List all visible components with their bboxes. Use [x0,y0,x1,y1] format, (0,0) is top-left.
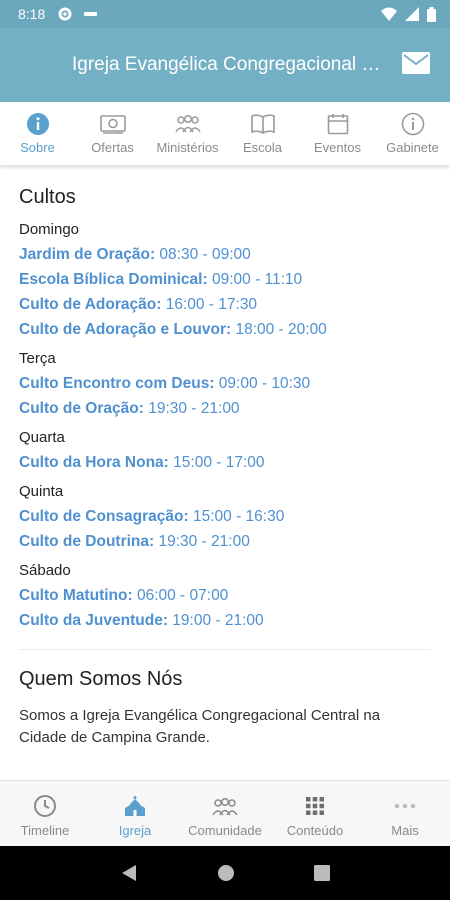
service-time: 19:30 - 21:00 [158,533,250,550]
service-time: 19:00 - 21:00 [172,612,264,629]
section-divider [19,649,431,650]
more-icon [392,793,418,819]
tab-gabinete[interactable]: Gabinete [375,102,450,165]
day-group-sabado: Sábado Culto Matutino: 06:00 - 07:00 Cul… [19,562,431,633]
nav-label: Mais [391,823,419,838]
clock-icon [32,793,58,819]
church-icon [122,793,148,819]
info-outline-icon [400,112,426,136]
community-icon [212,793,238,819]
mail-icon[interactable] [402,52,430,74]
nav-timeline[interactable]: Timeline [0,781,90,846]
service-item: Culto da Juventude: 19:00 - 21:00 [19,608,431,633]
nav-label: Igreja [118,823,152,838]
day-label: Sábado [19,562,71,579]
nav-label: Comunidade [188,823,262,838]
service-name: Culto de Adoração e Louvor: [19,321,232,338]
service-item: Culto da Hora Nona: 15:00 - 17:00 [19,450,431,475]
bottom-nav: Timeline Igreja Comunidade Conteúdo Mais [0,780,450,846]
tab-eventos[interactable]: Eventos [300,102,375,165]
service-item: Escola Bíblica Dominical: 09:00 - 11:10 [19,267,431,292]
info-icon [25,112,51,136]
tab-label: Gabinete [386,140,439,155]
system-nav-bar [0,846,450,900]
day-group-quarta: Quarta Culto da Hora Nona: 15:00 - 17:00 [19,429,431,475]
nav-comunidade[interactable]: Comunidade [180,781,270,846]
nav-label: Timeline [20,823,70,838]
service-time: 06:00 - 07:00 [136,587,229,604]
nav-conteudo[interactable]: Conteúdo [270,781,360,846]
day-label: Terça [19,350,56,367]
tab-label: Escola [242,140,283,155]
service-time: 18:00 - 20:00 [235,321,327,338]
service-name: Culto de Adoração: [19,296,162,313]
content-scroll[interactable]: Cultos Domingo Jardim de Oração: 08:30 -… [0,168,450,780]
day-label: Domingo [19,221,80,238]
service-name: Escola Bíblica Dominical: [19,271,208,288]
nav-label: Conteúdo [286,823,344,838]
service-name: Culto Matutino: [19,587,133,604]
service-item: Culto de Doutrina: 19:30 - 21:00 [19,529,431,554]
top-tab-bar: Sobre Ofertas Ministérios Escola Eventos… [0,102,450,166]
home-icon[interactable] [217,864,235,882]
tab-ministerios[interactable]: Ministérios [150,102,225,165]
service-item: Culto de Adoração: 16:00 - 17:30 [19,292,431,317]
wifi-icon [381,7,397,21]
tab-ofertas[interactable]: Ofertas [75,102,150,165]
tab-escola[interactable]: Escola [225,102,300,165]
service-item: Culto de Oração: 19:30 - 21:00 [19,396,431,421]
recents-icon[interactable] [314,865,331,881]
service-time: 16:00 - 17:30 [165,296,258,313]
service-time: 08:30 - 09:00 [159,246,251,263]
service-item: Culto Matutino: 06:00 - 07:00 [19,583,431,608]
service-time: 09:00 - 11:10 [211,271,303,288]
status-bar: 8:18 [0,0,450,28]
about-text: Somos a Igreja Evangélica Congregacional… [19,707,381,746]
status-time: 8:18 [18,6,46,22]
cultos-title: Cultos [19,186,76,208]
service-item: Jardim de Oração: 08:30 - 09:00 [19,242,431,267]
day-group-terca: Terça Culto Encontro com Deus: 09:00 - 1… [19,350,431,421]
settings-icon [58,7,72,21]
calendar-icon [325,112,351,136]
service-name: Culto da Hora Nona: [19,454,169,471]
tab-sobre[interactable]: Sobre [0,102,75,165]
money-icon [99,112,126,136]
book-icon [250,112,276,136]
service-name: Culto de Doutrina: [19,533,155,550]
grid-icon [302,793,328,819]
day-label: Quarta [19,429,65,446]
service-item: Culto de Adoração e Louvor: 18:00 - 20:0… [19,317,431,342]
service-name: Culto de Oração: [19,400,144,417]
tab-label: Ministérios [156,140,219,155]
nav-mais[interactable]: Mais [360,781,450,846]
tab-label: Ofertas [91,140,134,155]
battery-icon [427,6,436,22]
app-title: Igreja Evangélica Congregacional Central [72,54,384,75]
service-time: 19:30 - 21:00 [148,400,240,417]
service-name: Jardim de Oração: [19,246,156,263]
about-title: Quem Somos Nós [19,668,183,690]
people-icon [174,112,201,136]
tab-label: Sobre [20,140,55,155]
service-name: Culto da Juventude: [19,612,168,629]
app-bar: Igreja Evangélica Congregacional Central [0,28,450,102]
service-item: Culto de Consagração: 15:00 - 16:30 [19,504,431,529]
nav-igreja[interactable]: Igreja [90,781,180,846]
tab-label: Eventos [314,140,361,155]
day-label: Quinta [19,483,64,500]
service-time: 15:00 - 16:30 [192,508,285,525]
day-group-quinta: Quinta Culto de Consagração: 15:00 - 16:… [19,483,431,554]
service-item: Culto Encontro com Deus: 09:00 - 10:30 [19,371,431,396]
service-time: 09:00 - 10:30 [218,375,311,392]
service-name: Culto de Consagração: [19,508,189,525]
service-time: 15:00 - 17:00 [173,454,265,471]
battery-saver-icon [84,12,98,16]
service-name: Culto Encontro com Deus: [19,375,215,392]
back-icon[interactable] [120,864,138,882]
day-group-domingo: Domingo Jardim de Oração: 08:30 - 09:00 … [19,221,431,342]
signal-icon [405,7,419,21]
